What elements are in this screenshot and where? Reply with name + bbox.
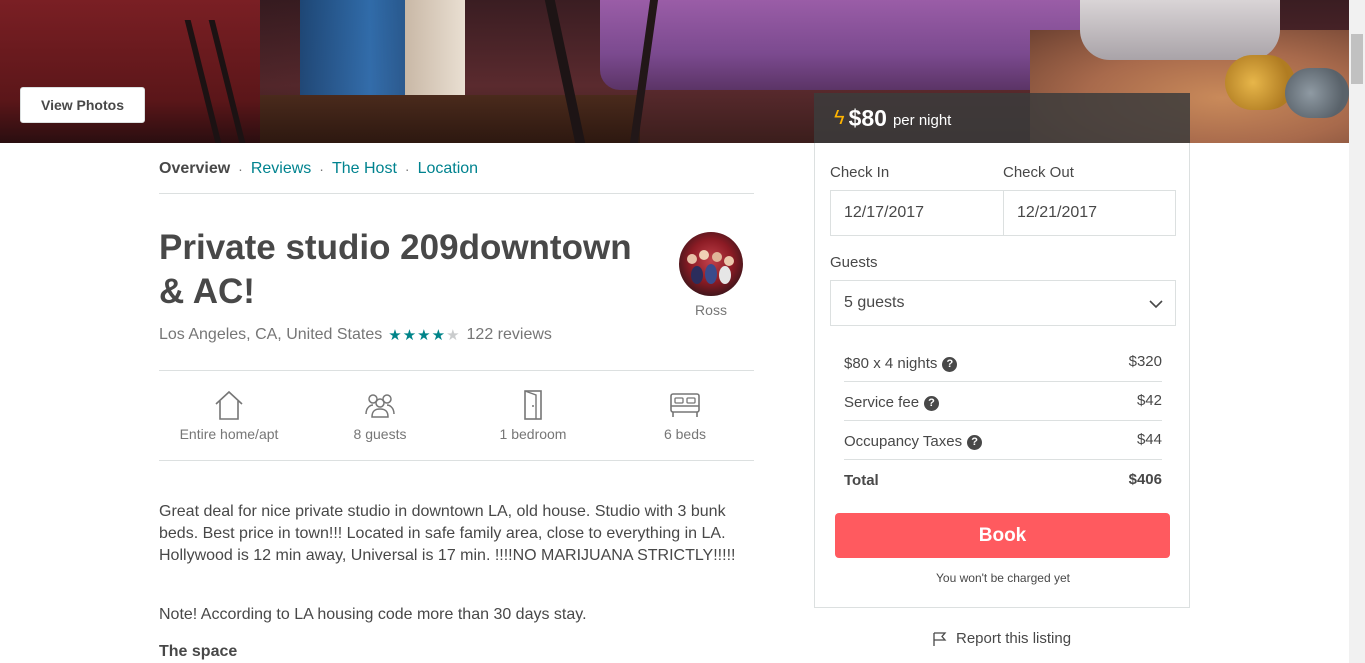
nightly-price: $80 [848, 104, 887, 131]
flag-icon [933, 631, 947, 646]
help-icon[interactable]: ? [924, 396, 940, 411]
listing-title: Private studio 209downtown & AC! [159, 228, 632, 311]
door-icon [524, 390, 542, 420]
help-icon[interactable]: ? [967, 435, 983, 450]
fee-label: Service fee [844, 394, 920, 411]
not-charged-note: You won't be charged yet [936, 571, 1070, 585]
photo-towel [1285, 68, 1349, 118]
host-avatar[interactable] [679, 232, 743, 296]
nav-separator: · [404, 161, 410, 177]
fee-label: Occupancy Taxes [844, 433, 963, 450]
divider [159, 370, 754, 371]
bed-icon [670, 393, 700, 417]
review-count[interactable]: 122 reviews [467, 326, 552, 344]
amenity-label: 8 guests [353, 426, 407, 442]
star-icon: ★ [388, 327, 403, 344]
amenity-bedrooms: 1 bedroom [463, 388, 603, 442]
instant-book-bolt-icon: ϟ [834, 106, 845, 129]
nav-separator: · [319, 161, 324, 177]
star-icon: ★ [417, 327, 432, 344]
book-button[interactable]: Book [835, 513, 1170, 558]
host-name[interactable]: Ross [679, 302, 743, 318]
listing-note: Note! According to LA housing code more … [159, 606, 587, 623]
total-value: $406 [1128, 471, 1162, 488]
help-icon[interactable]: ? [942, 357, 958, 372]
star-icon: ★ [431, 327, 447, 344]
amenity-label: Entire home/apt [179, 426, 279, 442]
nav-the-host[interactable]: The Host [332, 160, 397, 178]
fee-label: $80 x 4 nights [844, 355, 938, 372]
home-icon [215, 390, 243, 420]
listing-description: Great deal for nice private studio in do… [159, 503, 736, 564]
photo-pillow [1080, 0, 1280, 60]
star-icon: ★ [402, 327, 418, 344]
fee-row-total: Total $406 [844, 460, 1162, 499]
fee-value: $320 [1128, 353, 1162, 370]
report-label: Report this listing [956, 630, 1072, 647]
page-scrollbar[interactable] [1349, 0, 1365, 663]
fee-row-taxes: Occupancy Taxes? $44 [844, 421, 1162, 460]
date-range-picker: 12/17/2017 12/21/2017 [830, 190, 1176, 236]
amenity-guests: 8 guests [310, 388, 450, 442]
nav-separator: · [238, 161, 243, 177]
nav-location[interactable]: Location [418, 160, 479, 178]
nav-reviews[interactable]: Reviews [251, 160, 311, 178]
price-breakdown: $80 x 4 nights? $320 Service fee? $42 Oc… [844, 343, 1162, 499]
amenity-label: 6 beds [663, 426, 707, 442]
amenity-beds: 6 beds [615, 388, 755, 442]
guests-icon [365, 394, 395, 418]
section-nav: Overview · Reviews · The Host · Location [159, 158, 478, 180]
check-in-label: Check In [830, 164, 890, 181]
fee-value: $44 [1136, 431, 1162, 448]
fee-value: $42 [1136, 392, 1162, 409]
star-rating[interactable]: ★★★★★ [388, 326, 460, 344]
amenity-label: 1 bedroom [499, 426, 567, 442]
amenity-home-type: Entire home/apt [159, 388, 299, 442]
guests-select[interactable]: 5 guests [830, 280, 1176, 326]
report-listing-link[interactable]: Report this listing [932, 630, 1071, 647]
summary-amenities: Entire home/apt 8 guests 1 bedroom 6 bed… [159, 388, 754, 448]
listing-location[interactable]: Los Angeles, CA, United States [159, 326, 382, 344]
fee-row-service: Service fee? $42 [844, 382, 1162, 421]
location-row: Los Angeles, CA, United States ★★★★★ 122… [159, 326, 552, 344]
view-photos-button[interactable]: View Photos [20, 87, 145, 123]
fee-row-nights: $80 x 4 nights? $320 [844, 343, 1162, 382]
check-out-field[interactable]: 12/21/2017 [1004, 191, 1176, 235]
check-out-label: Check Out [1003, 164, 1074, 181]
price-header: ϟ $80 per night [814, 93, 1190, 143]
check-in-field[interactable]: 12/17/2017 [831, 191, 1003, 235]
booking-panel: Check In Check Out 12/17/2017 12/21/2017… [814, 143, 1190, 608]
scrollbar-thumb[interactable] [1351, 34, 1363, 84]
guests-value: 5 guests [844, 294, 905, 311]
guests-label: Guests [830, 254, 878, 271]
chevron-down-icon [1149, 281, 1163, 325]
star-empty-icon: ★ [446, 327, 461, 344]
photo-towel [1225, 55, 1295, 110]
per-night-label: per night [892, 111, 952, 129]
divider [159, 193, 754, 194]
divider [159, 460, 754, 461]
the-space-heading: The space [159, 643, 238, 660]
photo-window [405, 0, 465, 100]
nav-overview[interactable]: Overview [159, 160, 230, 178]
total-label: Total [844, 472, 879, 489]
